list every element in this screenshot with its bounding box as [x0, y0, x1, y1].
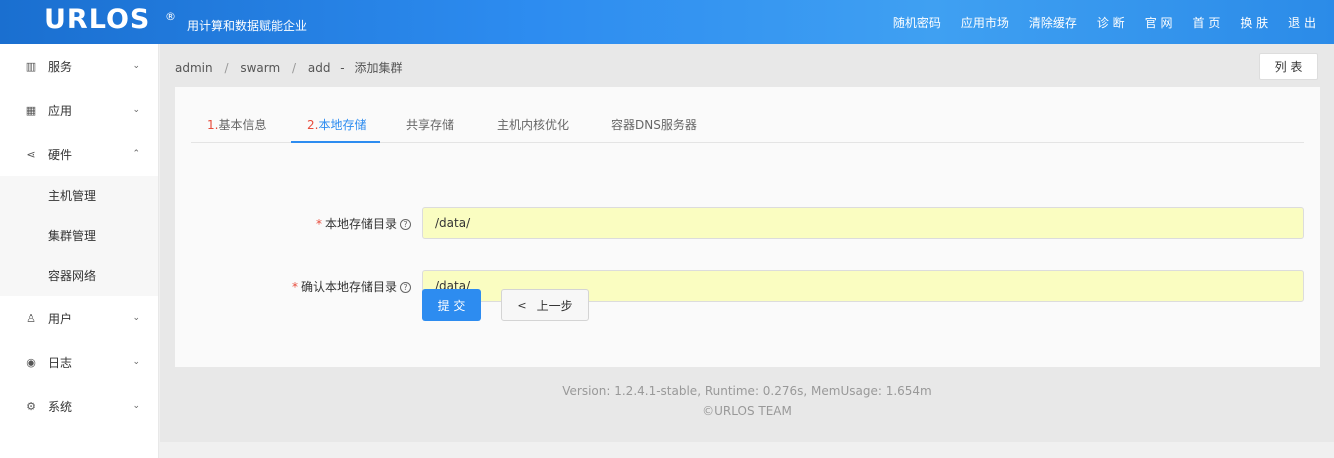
gear-icon: ⚙	[26, 399, 36, 413]
eye-icon: ◉	[26, 355, 36, 369]
user-icon: ♙	[26, 311, 36, 325]
required-mark: *	[316, 217, 322, 231]
tab-label: 共享存储	[406, 118, 455, 132]
tab-number: 2.	[307, 118, 319, 132]
sidebar-item-label: 服务	[48, 59, 73, 74]
nav-random-password[interactable]: 随机密码	[893, 14, 941, 31]
slogan: 用计算和数据赋能企业	[187, 19, 308, 33]
footer-copyright: ©URLOS TEAM	[702, 404, 792, 418]
help-icon[interactable]: ?	[400, 282, 412, 293]
main-content: admin / swarm / add - 添加集群 列 表 1.基本信息 2.…	[160, 44, 1334, 442]
chevron-down-icon: ⌄	[132, 61, 140, 71]
required-mark: *	[292, 280, 298, 294]
active-tab-indicator	[291, 141, 380, 143]
nav-clear-cache[interactable]: 清除缓存	[1029, 14, 1077, 31]
sidebar-subitem-host-management[interactable]: 主机管理	[0, 176, 158, 216]
step-tabs: 1.基本信息 2.本地存储 共享存储 主机内核优化 容器DNS服务器	[191, 87, 1304, 143]
sidebar-item-label: 应用	[48, 103, 73, 118]
sidebar-item-apps[interactable]: ▦ 应用 ⌄	[0, 88, 158, 132]
chevron-down-icon: ⌄	[132, 105, 140, 115]
nav-home[interactable]: 首 页	[1193, 14, 1221, 31]
sidebar-subitem-cluster-management[interactable]: 集群管理	[0, 216, 158, 256]
grid-icon: ▦	[25, 103, 37, 117]
sidebar-item-users[interactable]: ♙ 用户 ⌄	[0, 296, 158, 340]
hardware-submenu: 主机管理 集群管理 容器网络	[0, 176, 158, 296]
sidebar-subitem-container-network[interactable]: 容器网络	[0, 256, 158, 296]
logo[interactable]: URLOS	[44, 4, 150, 35]
nav-logout[interactable]: 退 出	[1288, 14, 1316, 31]
tab-number: 1.	[207, 118, 219, 132]
chevron-down-icon: ⌄	[132, 401, 140, 411]
breadcrumb: admin / swarm / add - 添加集群	[175, 59, 402, 76]
breadcrumb-add: add	[307, 61, 331, 75]
breadcrumb-admin[interactable]: admin	[175, 61, 213, 75]
chevron-down-icon: ⌄	[132, 313, 140, 323]
confirm-dir-label-text: 确认本地存储目录	[301, 280, 398, 294]
breadcrumb-dash: -	[340, 61, 345, 75]
local-dir-label: * 本地存储目录?	[316, 215, 412, 232]
help-icon[interactable]: ?	[400, 219, 412, 230]
previous-step-button[interactable]: < 上一步	[501, 289, 589, 321]
top-nav: 随机密码 应用市场 清除缓存 诊 断 官 网 首 页 换 肤 退 出	[893, 14, 1316, 31]
chevron-down-icon: ⌄	[132, 357, 140, 367]
top-bar: URLOS ® 用计算和数据赋能企业 随机密码 应用市场 清除缓存 诊 断 官 …	[0, 0, 1334, 44]
footer-version: Version: 1.2.4.1-stable, Runtime: 0.276s…	[562, 384, 932, 398]
sidebar-item-logs[interactable]: ◉ 日志 ⌄	[0, 340, 158, 384]
sidebar-item-label: 用户	[48, 311, 73, 326]
local-dir-label-text: 本地存储目录	[325, 217, 398, 231]
breadcrumb-separator: /	[224, 61, 229, 75]
form-card: 1.基本信息 2.本地存储 共享存储 主机内核优化 容器DNS服务器 * 本地存储…	[175, 87, 1320, 367]
sidebar: ▥ 服务 ⌄ ▦ 应用 ⌄ ⋖ 硬件 ⌃ 主机管理 集群管理 容器网络 ♙ 用户…	[0, 44, 159, 458]
share-icon: ⋖	[26, 147, 36, 161]
local-dir-input[interactable]: /data/	[422, 207, 1304, 239]
chevron-left-icon: <	[517, 298, 527, 312]
sidebar-item-services[interactable]: ▥ 服务 ⌄	[0, 44, 158, 88]
nav-official-site[interactable]: 官 网	[1145, 14, 1173, 31]
confirm-dir-label: * 确认本地存储目录?	[292, 278, 412, 295]
tab-shared-storage[interactable]: 共享存储	[406, 116, 454, 133]
tab-basic-info[interactable]: 1.基本信息	[207, 116, 266, 133]
sidebar-item-label: 日志	[48, 355, 73, 370]
nav-app-market[interactable]: 应用市场	[961, 14, 1009, 31]
previous-step-label: 上一步	[536, 298, 573, 313]
tab-kernel-optimization[interactable]: 主机内核优化	[497, 116, 569, 133]
submit-button[interactable]: 提 交	[422, 289, 481, 321]
sidebar-item-label: 系统	[48, 399, 73, 414]
nav-diagnose[interactable]: 诊 断	[1097, 14, 1125, 31]
tab-container-dns[interactable]: 容器DNS服务器	[611, 116, 697, 133]
breadcrumb-swarm[interactable]: swarm	[240, 61, 280, 75]
tab-label: 本地存储	[318, 118, 367, 132]
tab-label: 主机内核优化	[497, 118, 570, 132]
sidebar-item-hardware[interactable]: ⋖ 硬件 ⌃	[0, 132, 158, 176]
tab-local-storage[interactable]: 2.本地存储	[307, 116, 366, 133]
breadcrumb-separator: /	[291, 61, 297, 75]
app-grid-icon: ▥	[25, 59, 37, 73]
tab-label: 容器DNS服务器	[611, 118, 697, 132]
logo-registered-mark: ®	[165, 10, 176, 23]
sidebar-item-label: 硬件	[48, 147, 73, 162]
chevron-up-icon: ⌃	[132, 149, 140, 159]
page-title: 添加集群	[354, 61, 403, 75]
tab-label: 基本信息	[218, 118, 267, 132]
sidebar-item-system[interactable]: ⚙ 系统 ⌄	[0, 384, 158, 428]
nav-change-skin[interactable]: 换 肤	[1240, 14, 1268, 31]
list-button[interactable]: 列 表	[1259, 53, 1318, 80]
